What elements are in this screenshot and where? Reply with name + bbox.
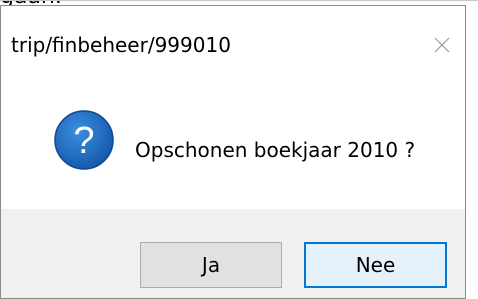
yes-button[interactable]: Ja xyxy=(140,242,282,288)
message-dialog: trip/finbeheer/999010 ? Opschonen boekja… xyxy=(0,5,466,299)
dialog-title: trip/finbeheer/999010 xyxy=(11,33,231,57)
no-button[interactable]: Nee xyxy=(304,242,447,288)
close-button[interactable] xyxy=(419,6,465,84)
dialog-content: ? Opschonen boekjaar 2010 ? xyxy=(1,84,465,209)
dialog-titlebar: trip/finbeheer/999010 xyxy=(1,6,465,84)
dialog-footer: Ja Nee xyxy=(1,209,465,298)
svg-text:?: ? xyxy=(73,120,94,162)
question-icon: ? xyxy=(54,110,114,170)
dialog-message: Opschonen boekjaar 2010 ? xyxy=(135,138,416,162)
close-icon xyxy=(434,37,450,53)
background-divider xyxy=(0,0,478,1)
